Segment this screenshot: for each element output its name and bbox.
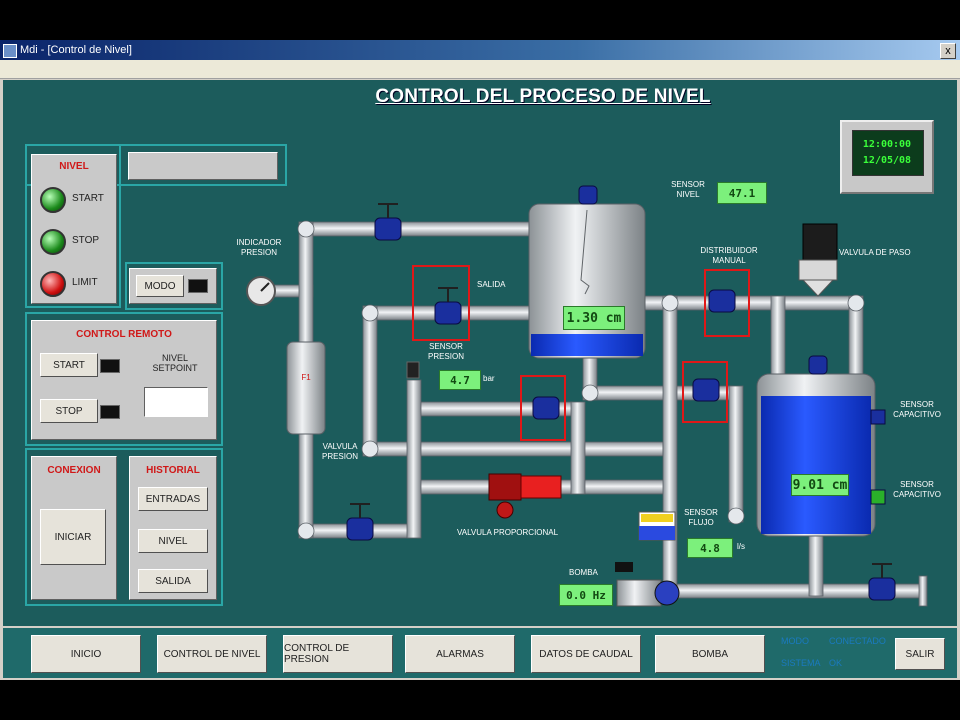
- valve-distribuidor[interactable]: [708, 289, 736, 313]
- filter-tag: F1: [301, 373, 311, 382]
- tank-2-water: [761, 396, 871, 534]
- menu-bar: [0, 60, 960, 79]
- legend-ok: OK: [829, 658, 843, 668]
- flow-sensor: [638, 511, 676, 541]
- solenoid-valve[interactable]: [798, 223, 838, 297]
- tank-2: [756, 373, 876, 537]
- nav-datos-caudal[interactable]: DATOS DE CAUDAL: [531, 635, 641, 673]
- valvula-de-paso-label: VALVULA DE PASO: [839, 248, 911, 257]
- sensor-presion-unit: bar: [483, 374, 495, 383]
- level-sensor: [578, 185, 598, 205]
- valve-presion[interactable]: [434, 301, 462, 325]
- legend-sistema: SISTEMA: [781, 658, 821, 668]
- tank2-top-sensor: [808, 355, 828, 375]
- scada-screen: CONTROL DEL PROCESO DE NIVEL NIVEL START…: [3, 80, 957, 626]
- close-button[interactable]: x: [940, 43, 956, 59]
- sensor-presion-display: 4.7: [439, 370, 481, 390]
- footer-nav: INICIO CONTROL DE NIVEL CONTROL DE PRESI…: [3, 628, 957, 678]
- app-icon: [3, 44, 17, 58]
- bomba-display: 0.0 Hz: [559, 584, 613, 606]
- nav-bomba[interactable]: BOMBA: [655, 635, 765, 673]
- process-diagram: F1: [246, 185, 928, 607]
- tank-1-level-display: 1.30 cm: [563, 306, 625, 330]
- pressure-transmitter: [406, 361, 420, 379]
- valve-proporcional-blue[interactable]: [532, 396, 560, 420]
- valve-bottom-left[interactable]: [346, 517, 374, 541]
- valvula-presion-label: VALVULA PRESION: [321, 442, 358, 461]
- nav-salir[interactable]: SALIR: [895, 638, 945, 670]
- valve-tank2-inlet[interactable]: [692, 378, 720, 402]
- legend-modo: MODO: [781, 636, 809, 646]
- nav-alarmas[interactable]: ALARMAS: [405, 635, 515, 673]
- sensor-flujo-display: 4.8: [687, 538, 733, 558]
- sensor-nivel-display: 47.1: [717, 182, 767, 204]
- distribuidor-manual-label: DISTRIBUIDOR MANUAL: [700, 246, 758, 265]
- pressure-gauge: [246, 276, 276, 306]
- title-bar: Mdi - [Control de Nivel] x: [0, 40, 960, 60]
- valve-outlet[interactable]: [868, 577, 896, 601]
- sensor-capacitivo-2-label: SENSOR CAPACITIVO: [893, 480, 941, 499]
- salida-label: SALIDA: [477, 280, 506, 289]
- indicador-presion-label: INDICADOR PRESION: [236, 238, 282, 257]
- tank-1: [528, 203, 646, 359]
- valve-top[interactable]: [374, 217, 402, 241]
- bomba-label: BOMBA: [569, 568, 598, 577]
- nav-control-nivel[interactable]: CONTROL DE NIVEL: [157, 635, 267, 673]
- legend-conectado: CONECTADO: [829, 636, 886, 646]
- filter: F1: [286, 341, 326, 435]
- capacitive-sensor-2: [870, 489, 886, 505]
- capacitive-sensor-1: [870, 409, 886, 425]
- nav-inicio[interactable]: INICIO: [31, 635, 141, 673]
- window-title: Mdi - [Control de Nivel]: [20, 44, 132, 56]
- application-window: Mdi - [Control de Nivel] x CONTROL DEL P…: [0, 40, 960, 680]
- sensor-nivel-label: SENSOR NIVEL: [671, 180, 705, 199]
- sensor-capacitivo-1-label: SENSOR CAPACITIVO: [893, 400, 941, 419]
- tank-1-water: [531, 334, 643, 356]
- tank-2-level-display: 9.01 cm: [791, 474, 849, 496]
- nav-control-presion[interactable]: CONTROL DE PRESION: [283, 635, 393, 673]
- sensor-presion-label: SENSOR PRESION: [427, 342, 464, 361]
- valvula-proporcional-label: VALVULA PROPORCIONAL: [457, 528, 559, 537]
- sensor-flujo-unit: l/s: [737, 542, 745, 551]
- sensor-flujo-label: SENSOR FLUJO: [684, 508, 718, 527]
- proportional-valve[interactable]: [488, 473, 562, 519]
